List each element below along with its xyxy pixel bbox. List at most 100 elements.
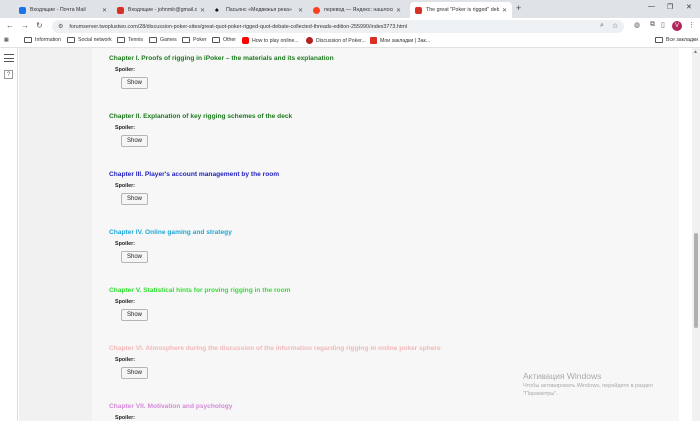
watermark-title: Активация Windows <box>523 371 602 381</box>
tab-title: Входящие - Почта Mail <box>30 7 86 13</box>
bookmark-how-to-play[interactable]: How to play online... <box>242 37 299 44</box>
close-tab-icon[interactable]: ✕ <box>502 7 507 14</box>
twoplustwo-icon <box>306 37 313 44</box>
close-tab-icon[interactable]: ✕ <box>396 7 401 14</box>
tab-title: перевод — Яндекс: нашлось 4 <box>324 7 393 13</box>
tab-solitaire[interactable]: ♠ Пасьянс «Медвежья река» ✕ <box>210 2 308 18</box>
spade-favicon-icon: ♠ <box>215 6 219 14</box>
chapter-4: Chapter IV. Online gaming and strategy S… <box>109 229 669 263</box>
spoiler-label: Spoiler: <box>115 241 136 247</box>
zoom-icon[interactable]: ⌕ <box>600 22 604 30</box>
url-text[interactable]: forumserver.twoplustwo.com/28/discussion… <box>69 24 407 30</box>
hamburger-menu-icon[interactable] <box>4 54 14 65</box>
page-viewport: ? Chapter I. Proofs of rigging in iPoker… <box>0 48 700 421</box>
address-bar[interactable]: ⚙ forumserver.twoplustwo.com/28/discussi… <box>52 20 624 33</box>
folder-icon <box>67 37 75 43</box>
bookmark-label: Мои закладки | Зак... <box>380 37 431 44</box>
maximize-icon[interactable]: ❐ <box>667 3 673 11</box>
bookmark-label: How to play online... <box>252 37 299 44</box>
help-icon[interactable]: ? <box>4 70 13 79</box>
tab-poker-rigged[interactable]: The great "Poker is rigged" deb ✕ <box>410 2 512 18</box>
bookmark-folder-information[interactable]: Information <box>24 37 61 43</box>
bookmark-label: Information <box>35 37 61 43</box>
show-spoiler-button[interactable]: Show <box>121 309 148 321</box>
bookmark-site-icon <box>370 37 377 44</box>
scroll-up-icon[interactable]: ▲ <box>693 49 698 55</box>
chapter-title: Chapter V. Statistical hints for proving… <box>109 287 291 294</box>
bookmark-my-bookmarks[interactable]: Мои закладки | Зак... <box>370 37 430 44</box>
show-spoiler-button[interactable]: Show <box>121 135 148 147</box>
watermark-text: Чтобы активировать Windows, перейдите в … <box>523 383 653 397</box>
tab-title: Пасьянс «Медвежья река» <box>226 7 292 13</box>
apps-grid-icon[interactable]: ▦ <box>4 37 9 43</box>
bookmark-label: Other <box>223 37 236 43</box>
folder-icon <box>149 37 157 43</box>
extension-icon[interactable]: ◍ <box>634 21 640 29</box>
yandex-favicon-icon <box>313 6 320 14</box>
bookmark-folder-other[interactable]: Other <box>212 37 236 43</box>
bookmark-star-icon[interactable]: ☆ <box>612 22 618 30</box>
chapter-5: Chapter V. Statistical hints for proving… <box>109 287 669 321</box>
page-scrollbar[interactable]: ▲ <box>692 48 700 421</box>
side-panel: ? <box>0 48 18 421</box>
folder-icon <box>117 37 125 43</box>
folder-icon <box>182 37 190 43</box>
browser-toolbar: ← → ↻ ⚙ forumserver.twoplustwo.com/28/di… <box>0 18 700 35</box>
gmail-favicon-icon <box>415 6 422 14</box>
bookmark-folder-tennis[interactable]: Tennis <box>117 37 143 43</box>
spoiler-label: Spoiler: <box>115 357 136 363</box>
new-tab-button[interactable]: + <box>516 3 521 13</box>
tab-title: Входящие - johnmlr@gmail.c <box>128 7 197 13</box>
chapter-title: Chapter I. Proofs of rigging in iPoker –… <box>109 55 334 62</box>
minimize-icon[interactable]: — <box>648 3 655 10</box>
bookmark-label: Social network <box>78 37 112 43</box>
bookmark-folder-poker[interactable]: Poker <box>182 37 207 43</box>
spoiler-label: Spoiler: <box>115 67 136 73</box>
chapter-title: Chapter IV. Online gaming and strategy <box>109 229 232 236</box>
show-spoiler-button[interactable]: Show <box>121 367 148 379</box>
close-tab-icon[interactable]: ✕ <box>102 7 107 14</box>
chapter-title: Chapter II. Explanation of key rigging s… <box>109 113 293 120</box>
folder-icon <box>24 37 32 43</box>
chapter-3: Chapter III. Player's account management… <box>109 171 669 205</box>
chapter-2: Chapter II. Explanation of key rigging s… <box>109 113 669 147</box>
bookmark-label: Tennis <box>128 37 143 43</box>
forward-arrow-icon[interactable]: → <box>21 21 29 30</box>
back-arrow-icon[interactable]: ← <box>6 21 14 30</box>
site-info-icon[interactable]: ⚙ <box>58 23 63 30</box>
folder-icon <box>655 37 663 43</box>
show-spoiler-button[interactable]: Show <box>121 193 148 205</box>
bookmark-label: Все закладки <box>666 37 699 43</box>
chapter-title: Chapter VI. Atmosphere during the discus… <box>109 345 441 352</box>
extensions-puzzle-icon[interactable]: ⧉ <box>650 21 655 29</box>
all-bookmarks-folder[interactable]: Все закладки <box>655 37 698 43</box>
gmail-favicon-icon <box>117 6 124 14</box>
bookmark-discussion-of-poker[interactable]: Discussion of Poker... <box>306 37 366 44</box>
show-spoiler-button[interactable]: Show <box>121 251 148 263</box>
bookmark-folder-games[interactable]: Games <box>149 37 177 43</box>
bookmark-folder-social-network[interactable]: Social network <box>67 37 112 43</box>
page-margin <box>19 48 92 421</box>
bookmark-label: Games <box>160 37 177 43</box>
chapter-title: Chapter III. Player's account management… <box>109 171 280 178</box>
bookmarks-bar: ▦ Information Social network Tennis Game… <box>0 35 700 48</box>
tab-title: The great "Poker is rigged" deb <box>426 7 499 13</box>
folder-icon <box>212 37 220 43</box>
profile-avatar[interactable]: V <box>672 21 682 31</box>
close-window-icon[interactable]: ✕ <box>686 3 692 11</box>
bookmark-label: Poker <box>193 37 207 43</box>
menu-dots-icon[interactable]: ⋮ <box>688 21 695 29</box>
scrollbar-thumb[interactable] <box>694 233 698 328</box>
close-tab-icon[interactable]: ✕ <box>298 7 303 14</box>
show-spoiler-button[interactable]: Show <box>121 77 148 89</box>
reload-icon[interactable]: ↻ <box>36 21 43 30</box>
post-content: Chapter I. Proofs of rigging in iPoker –… <box>92 48 679 421</box>
mail-favicon-icon <box>19 6 26 14</box>
chapter-1: Chapter I. Proofs of rigging in iPoker –… <box>109 55 669 89</box>
bookmark-label: Discussion of Poker... <box>316 37 366 44</box>
close-tab-icon[interactable]: ✕ <box>200 7 205 14</box>
tab-yandex[interactable]: перевод — Яндекс: нашлось 4 ✕ <box>308 2 406 18</box>
tab-gmail[interactable]: Входящие - johnmlr@gmail.c ✕ <box>112 2 210 18</box>
tab-mail[interactable]: Входящие - Почта Mail ✕ <box>14 2 112 18</box>
sidebar-icon[interactable]: ▯ <box>661 21 665 29</box>
